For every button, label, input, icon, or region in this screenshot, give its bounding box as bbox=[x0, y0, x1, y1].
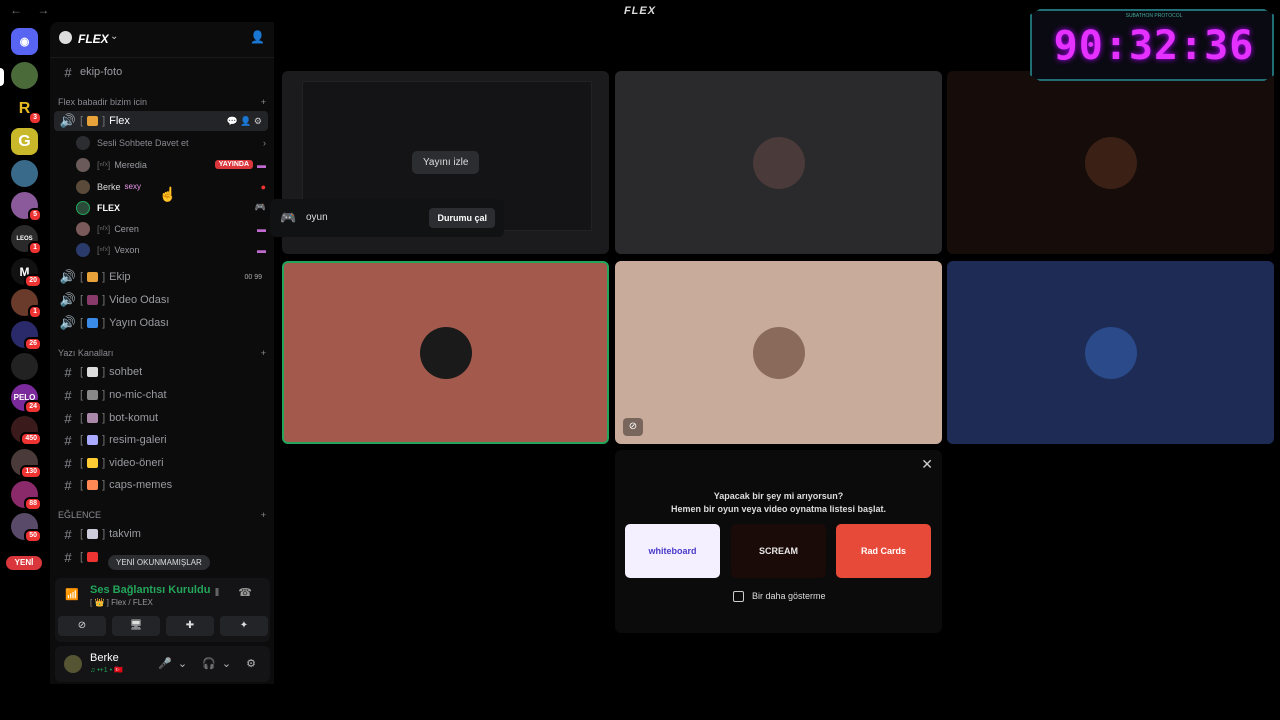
dont-show-again-checkbox[interactable] bbox=[733, 591, 744, 602]
avatar bbox=[752, 136, 805, 189]
server-icon[interactable]: G bbox=[11, 128, 38, 155]
video-tile[interactable] bbox=[947, 71, 1274, 254]
channel-sohbet[interactable]: #[] sohbet bbox=[54, 362, 268, 382]
game-activity-popup: 🎮 oyun Durumu çal bbox=[270, 199, 504, 237]
avatar bbox=[752, 326, 805, 379]
voice-user-ceren[interactable]: [ⁿᶠˣ] Ceren ▬ bbox=[76, 219, 266, 238]
server-icon[interactable] bbox=[11, 62, 38, 89]
channel-actions-icon[interactable]: 💬 👤 ⚙ bbox=[227, 116, 262, 127]
server-icon[interactable] bbox=[11, 160, 38, 187]
timer-digits: 90:32:36 bbox=[1053, 23, 1255, 69]
voice-user-meredia[interactable]: [ⁿᶠˣ] Meredia YAYINDA ▬ bbox=[76, 155, 266, 174]
video-tile-speaking[interactable] bbox=[282, 261, 609, 444]
hash-icon: # bbox=[64, 64, 72, 80]
voice-location[interactable]: [ 👑 ] Flex / FLEX bbox=[90, 598, 153, 607]
avatar bbox=[1084, 136, 1137, 189]
server-rail: ◉ R3 G 5 LEOS 1 M 20 1 26 PELO 24 450 130 8… bbox=[0, 22, 48, 582]
watch-stream-button[interactable]: Yayını izle bbox=[412, 151, 480, 174]
live-badge: YAYINDA bbox=[214, 160, 253, 169]
voice-status: Ses Bağlantısı Kuruldu bbox=[90, 584, 211, 596]
channel-sidebar: FLEX ⌄ 👤 # ekip-foto Flex babadir bizim i… bbox=[50, 22, 274, 684]
video-tile-vexon[interactable] bbox=[947, 261, 1274, 444]
soundboard-button[interactable]: ✦ bbox=[220, 616, 268, 636]
activity-card-rad-cards[interactable]: Rad Cards bbox=[836, 524, 931, 578]
signal-icon[interactable]: 📶 bbox=[65, 588, 79, 601]
server-header[interactable]: FLEX ⌄ 👤 bbox=[50, 22, 274, 58]
voice-channel-yayin[interactable]: 🔊[] Yayın Odası bbox=[54, 313, 268, 333]
mouse-cursor-icon: ☝ bbox=[159, 186, 177, 202]
video-tile[interactable]: ⊘ bbox=[615, 261, 942, 444]
timer-caption: SUBATHON PROTOCOL bbox=[1125, 13, 1183, 19]
server-icon[interactable] bbox=[11, 353, 38, 380]
voice-channel-ekip[interactable]: 🔊[] Ekip 00 99 bbox=[54, 267, 268, 287]
screen-share-button[interactable]: 🖥 bbox=[112, 616, 160, 636]
server-icon[interactable]: 1 bbox=[11, 289, 42, 319]
avatar[interactable] bbox=[64, 655, 82, 673]
video-tile-ceren[interactable] bbox=[615, 71, 942, 254]
server-icon[interactable]: 450 bbox=[11, 416, 42, 446]
gamepad-icon: 🎮 bbox=[280, 210, 297, 225]
category-text[interactable]: Yazı Kanalları + bbox=[58, 348, 266, 358]
activity-subheading: Hemen bir oyun veya video oynatma listes… bbox=[670, 504, 887, 514]
play-status-button[interactable]: Durumu çal bbox=[429, 208, 495, 228]
server-icon[interactable]: 130 bbox=[11, 449, 42, 479]
direct-messages-icon[interactable]: ◉ bbox=[11, 28, 38, 55]
channel-no-mic-chat[interactable]: #[] no-mic-chat bbox=[54, 385, 268, 405]
category-voice[interactable]: Flex babadir bizim icin + bbox=[58, 97, 266, 107]
channel-bot-komut[interactable]: #[] bot-komut bbox=[54, 408, 268, 428]
user-panel: Berke ♫ •+1 • 🇹🇷 🎤⌄ 🎧⌄ ⚙ bbox=[55, 646, 270, 682]
activities-button[interactable]: ✚ bbox=[166, 616, 214, 636]
speaker-icon: 🔊 bbox=[59, 113, 77, 128]
channel-video-oneri[interactable]: #[] video-öneri bbox=[54, 453, 268, 473]
channel-caps-memes[interactable]: #[] caps-memes bbox=[54, 475, 268, 495]
avatar bbox=[1084, 326, 1137, 379]
server-icon[interactable]: 50 bbox=[11, 513, 42, 543]
server-icon[interactable]: M 20 bbox=[11, 258, 42, 288]
voice-user-vexon[interactable]: [ⁿᶠˣ] Vexon ▬ bbox=[76, 240, 266, 259]
channel-ekip-foto[interactable]: # ekip-foto bbox=[54, 62, 268, 82]
invite-to-voice[interactable]: Sesli Sohbete Davet et › bbox=[76, 133, 266, 152]
server-icon[interactable]: LEOS 1 bbox=[11, 225, 42, 255]
new-unreads-badge[interactable]: YENİ bbox=[6, 556, 42, 570]
voice-channel-flex[interactable]: 🔊[] Flex 💬 👤 ⚙ bbox=[54, 111, 268, 131]
activity-card-scream[interactable]: SCREAM bbox=[731, 524, 826, 578]
speaker-icon: 🔊 bbox=[59, 269, 77, 284]
server-logo-icon bbox=[59, 31, 72, 44]
server-pill bbox=[0, 68, 4, 86]
speaker-icon: 🔊 bbox=[59, 292, 77, 307]
server-icon[interactable]: 88 bbox=[11, 481, 42, 511]
disconnect-icon[interactable]: ‖ ☎ bbox=[215, 586, 260, 599]
add-user-icon[interactable]: 👤 bbox=[250, 30, 265, 44]
channel-takvim[interactable]: #[] takvim bbox=[54, 524, 268, 544]
close-icon[interactable]: ✕ bbox=[921, 456, 933, 473]
avatar bbox=[419, 326, 472, 379]
server-name: FLEX bbox=[78, 32, 109, 46]
dont-show-again-label: Bir daha gösterme bbox=[752, 591, 826, 601]
server-icon[interactable]: PELO 24 bbox=[11, 384, 42, 414]
camera-off-button[interactable]: ⊘ bbox=[58, 616, 106, 636]
activity-card-whiteboard[interactable]: whiteboard bbox=[625, 524, 720, 578]
server-icon[interactable]: 26 bbox=[11, 321, 42, 351]
speaker-icon: 🔊 bbox=[59, 315, 77, 330]
activity-heading: Yapacak bir şey mi arıyorsun? bbox=[713, 491, 844, 501]
server-icon[interactable]: R3 bbox=[11, 95, 42, 125]
username: Berke bbox=[90, 652, 119, 664]
activity-label: oyun bbox=[306, 212, 328, 223]
channel-resim-galeri[interactable]: #[] resim-galeri bbox=[54, 430, 268, 450]
muted-icon: ⊘ bbox=[623, 418, 643, 436]
new-unreads-pill[interactable]: YENİ OKUNMAMIŞLAR bbox=[108, 555, 210, 570]
voice-channel-video[interactable]: 🔊[] Video Odası bbox=[54, 290, 268, 310]
user-status: ♫ •+1 • 🇹🇷 bbox=[90, 667, 123, 674]
activity-suggestion-panel: ✕ Yapacak bir şey mi arıyorsun? Hemen bi… bbox=[615, 450, 942, 633]
server-icon[interactable]: 5 bbox=[11, 192, 42, 222]
voice-connection-panel: 📶 Ses Bağlantısı Kuruldu [ 👑 ] Flex / FL… bbox=[55, 578, 270, 642]
subathon-timer-overlay: SUBATHON PROTOCOL 90:32:36 bbox=[1030, 9, 1274, 81]
category-fun[interactable]: EĞLENCE + bbox=[58, 510, 266, 520]
mic-headset-settings-icon[interactable]: 🎤⌄ 🎧⌄ ⚙ bbox=[158, 657, 262, 670]
chevron-down-icon: ⌄ bbox=[110, 31, 119, 42]
